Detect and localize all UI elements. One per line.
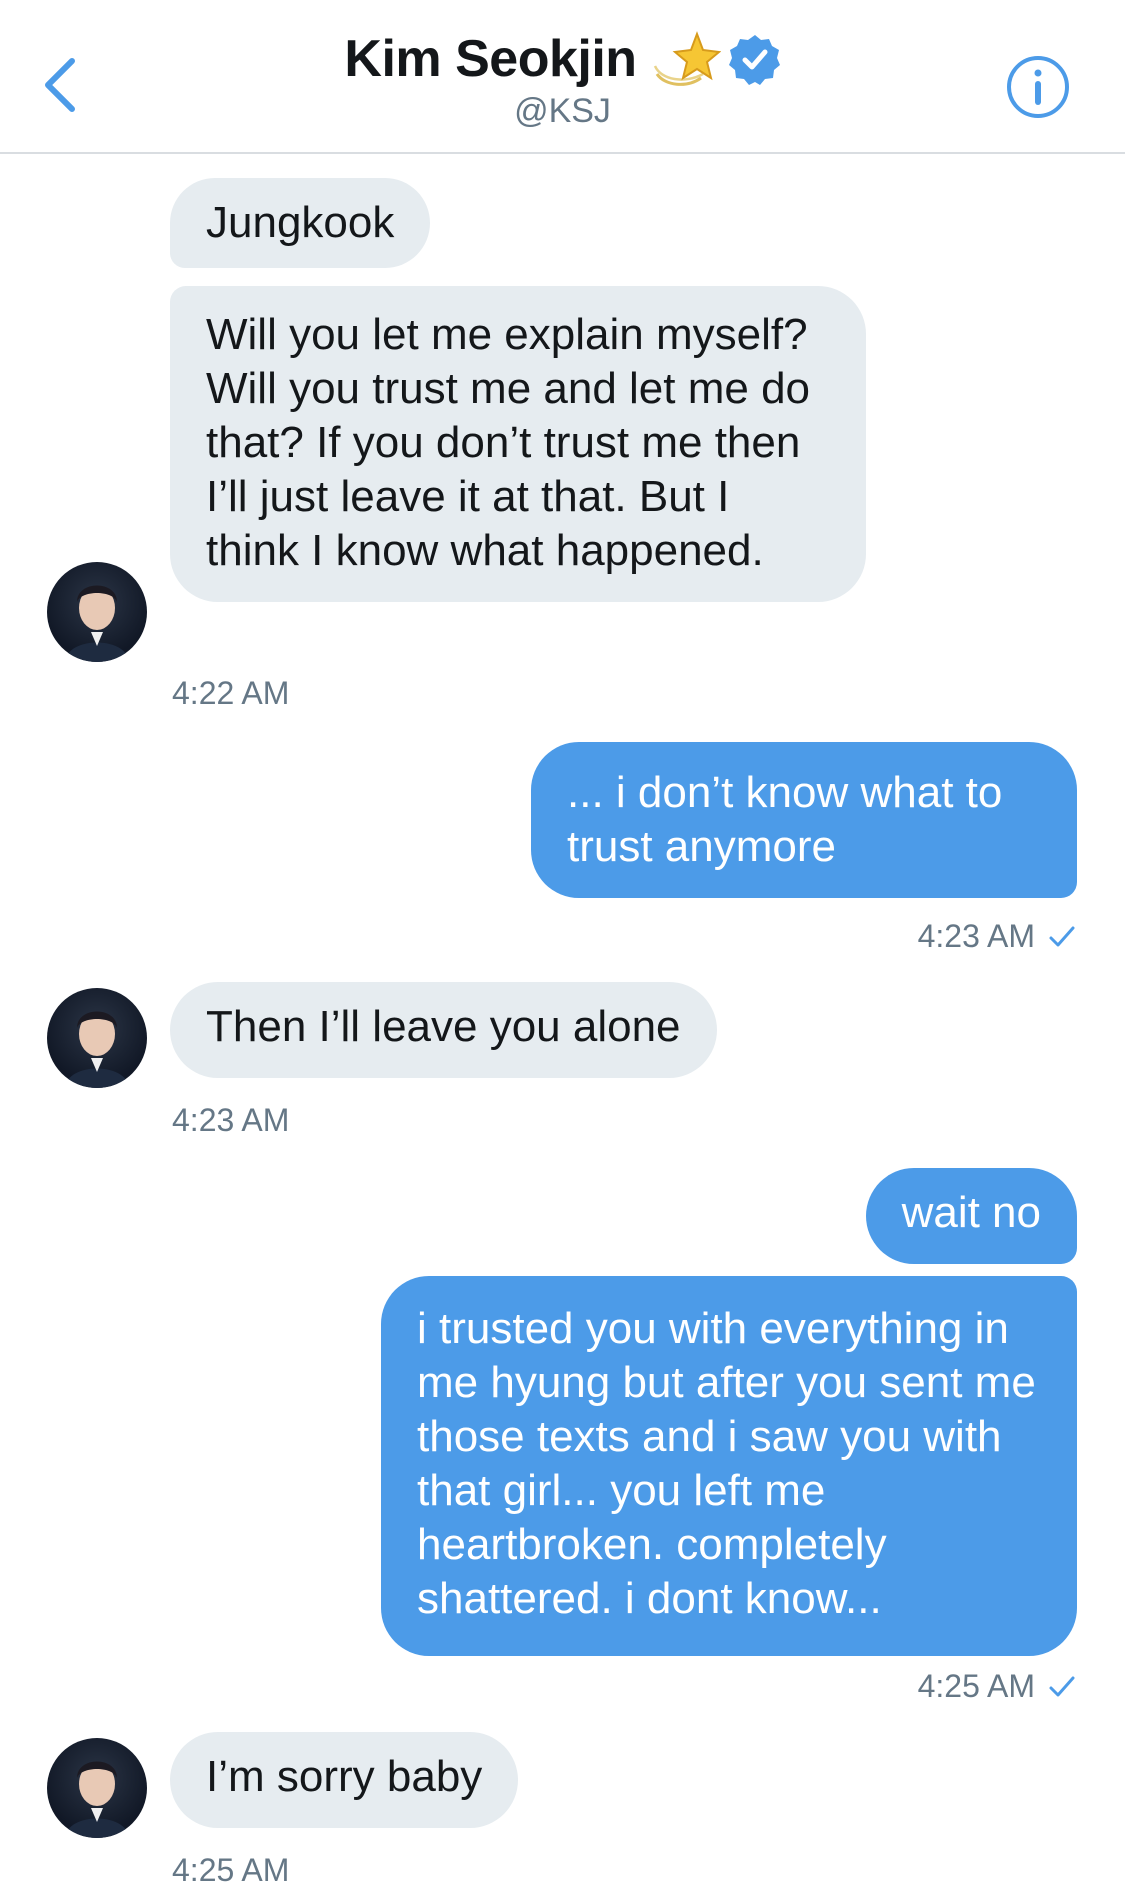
message-timestamp: 4:25 AM <box>917 1668 1035 1704</box>
contact-avatar[interactable] <box>47 1738 147 1838</box>
message-timestamp-row: 4:25 AM <box>918 1668 1077 1705</box>
message-timestamp: 4:25 AM <box>172 1852 290 1888</box>
verified-badge-icon <box>728 35 780 85</box>
info-icon[interactable] <box>1006 55 1070 119</box>
message-timestamp: 4:23 AM <box>172 1102 290 1138</box>
header-title-block[interactable]: Kim Seokjin @KSJ <box>0 28 1125 131</box>
contact-avatar[interactable] <box>47 988 147 1088</box>
checkmark-icon <box>1049 1676 1075 1696</box>
message-bubble-incoming[interactable]: Then I’ll leave you alone <box>170 982 717 1078</box>
dm-conversation-screen: Kim Seokjin @KSJ Jungkook Will you let m… <box>0 0 1125 1904</box>
avatar-portrait-icon <box>65 585 129 662</box>
message-bubble-incoming[interactable]: Jungkook <box>170 178 431 268</box>
message-bubble-outgoing[interactable]: i trusted you with everything in me hyun… <box>381 1276 1077 1656</box>
message-text: wait no <box>901 1188 1041 1237</box>
message-timestamp-row: 4:23 AM <box>918 918 1077 955</box>
message-bubble-outgoing[interactable]: wait no <box>865 1168 1077 1264</box>
dizzy-star-emoji <box>653 31 721 86</box>
message-text: I’m sorry baby <box>206 1752 483 1801</box>
contact-name: Kim Seokjin <box>344 30 637 88</box>
message-bubble-outgoing[interactable]: ... i don’t know what to trust anymore <box>531 742 1077 898</box>
checkmark-icon <box>1049 926 1075 946</box>
contact-avatar[interactable] <box>47 562 147 662</box>
message-text: Then I’ll leave you alone <box>206 1002 681 1051</box>
message-text: i trusted you with everything in me hyun… <box>417 1304 1036 1623</box>
message-text: Will you let me explain myself? Will you… <box>206 310 811 575</box>
message-text: ... i don’t know what to trust anymore <box>567 768 1003 871</box>
avatar-portrait-icon <box>65 1761 129 1838</box>
contact-handle: @KSJ <box>514 92 611 130</box>
message-timestamp: 4:23 AM <box>917 918 1035 954</box>
conversation-header: Kim Seokjin @KSJ <box>0 0 1125 154</box>
message-timestamp: 4:22 AM <box>172 675 290 711</box>
message-bubble-incoming[interactable]: Will you let me explain myself? Will you… <box>170 286 866 602</box>
message-bubble-incoming[interactable]: I’m sorry baby <box>170 1732 519 1828</box>
avatar-portrait-icon <box>65 1011 129 1088</box>
message-text: Jungkook <box>206 198 395 247</box>
